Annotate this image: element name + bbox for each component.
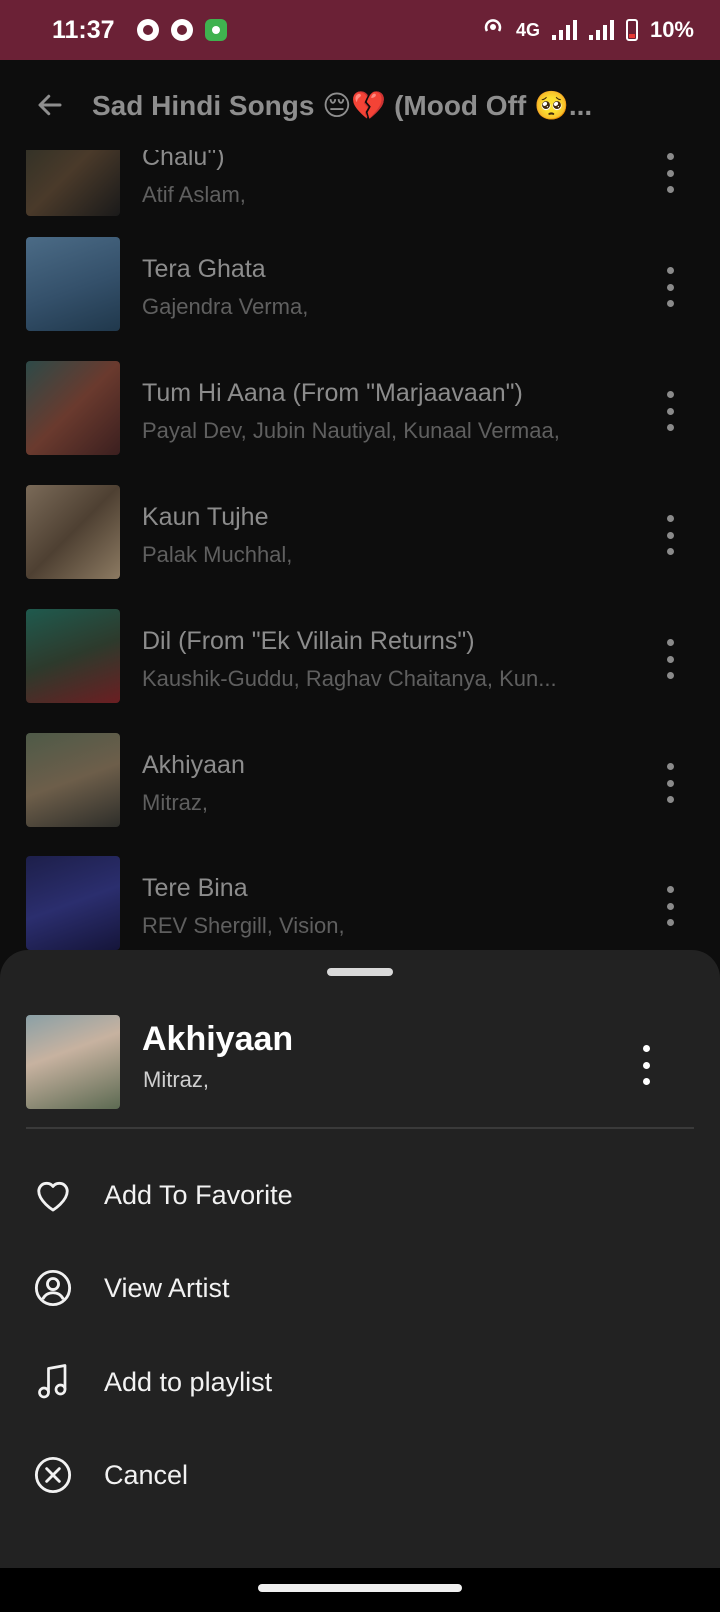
user-circle-icon	[33, 1268, 73, 1308]
cancel-button[interactable]: Cancel	[0, 1435, 720, 1515]
more-options-icon[interactable]	[660, 391, 680, 431]
network-type: 4G	[515, 19, 540, 40]
song-title: Dil (From "Ek Villain Returns")	[142, 627, 475, 655]
selected-song-artist: Mitraz,	[143, 1067, 209, 1092]
notification-icon	[170, 19, 193, 41]
list-item[interactable]: Akhiyaan Mitraz,	[0, 733, 720, 857]
status-bar: 11:37 4G 10%	[0, 0, 720, 60]
more-options-icon[interactable]	[660, 515, 680, 555]
song-artist: Payal Dev, Jubin Nautiyal, Kunaal Vermaa…	[142, 418, 560, 443]
album-art	[26, 485, 120, 579]
song-title: Tere Bina	[142, 874, 248, 902]
song-artist: REV Shergill, Vision,	[142, 913, 345, 938]
heart-icon	[33, 1175, 73, 1215]
option-label: Add to playlist	[104, 1366, 273, 1397]
add-to-playlist-button[interactable]: Add to playlist	[0, 1342, 720, 1422]
album-art	[26, 733, 120, 827]
more-options-icon[interactable]	[660, 153, 680, 193]
notification-icon	[136, 19, 159, 41]
album-art	[26, 856, 120, 950]
song-artist: Kaushik-Guddu, Raghav Chaitanya, Kun...	[142, 666, 557, 691]
cancel-circle-icon	[33, 1455, 73, 1495]
battery-icon	[625, 19, 638, 41]
album-art	[26, 237, 120, 331]
song-artist: Gajendra Verma,	[142, 294, 309, 319]
divider	[26, 1127, 694, 1129]
song-title: Akhiyaan	[142, 751, 245, 779]
more-options-icon[interactable]	[660, 267, 680, 307]
signal-icon	[588, 20, 614, 40]
song-title: Chalu")	[142, 150, 225, 171]
option-label: Add To Favorite	[104, 1179, 293, 1210]
selected-song-title: Akhiyaan	[142, 1020, 294, 1058]
more-options-icon[interactable]	[660, 763, 680, 803]
battery-percent: 10%	[649, 17, 694, 42]
add-to-favorite-button[interactable]: Add To Favorite	[0, 1155, 720, 1235]
app-notification-icon	[204, 19, 227, 41]
back-button[interactable]	[30, 85, 70, 125]
hotspot-icon	[482, 16, 504, 44]
song-title: Tum Hi Aana (From "Marjaavaan")	[142, 379, 523, 407]
song-list: Chalu") Atif Aslam, Tera Ghata Gajendra …	[0, 150, 720, 950]
music-note-icon	[33, 1362, 73, 1402]
album-art	[26, 361, 120, 455]
option-label: Cancel	[104, 1459, 189, 1490]
list-item[interactable]: Tere Bina REV Shergill, Vision,	[0, 856, 720, 950]
song-artist: Palak Muchhal,	[142, 542, 293, 567]
list-item[interactable]: Dil (From "Ek Villain Returns") Kaushik-…	[0, 609, 720, 733]
album-art	[26, 150, 120, 216]
song-title: Tera Ghata	[142, 255, 266, 283]
song-artist: Atif Aslam,	[142, 182, 246, 207]
more-options-icon[interactable]	[660, 639, 680, 679]
album-art	[26, 1015, 120, 1109]
list-item[interactable]: Tum Hi Aana (From "Marjaavaan") Payal De…	[0, 361, 720, 485]
more-options-icon[interactable]	[660, 886, 680, 926]
signal-icon	[551, 20, 577, 40]
list-item[interactable]: Kaun Tujhe Palak Muchhal,	[0, 485, 720, 609]
song-options-sheet: Akhiyaan Mitraz, Add To Favorite View Ar…	[0, 950, 720, 1568]
view-artist-button[interactable]: View Artist	[0, 1248, 720, 1328]
home-gesture-bar[interactable]	[258, 1584, 462, 1592]
page-title: Sad Hindi Songs 😔💔 (Mood Off 🥺...	[92, 89, 593, 121]
option-label: View Artist	[104, 1272, 230, 1303]
more-options-icon[interactable]	[636, 1045, 656, 1085]
song-title: Kaun Tujhe	[142, 503, 269, 531]
song-artist: Mitraz,	[142, 790, 208, 815]
drag-handle[interactable]	[327, 968, 393, 976]
album-art	[26, 609, 120, 703]
list-item[interactable]: Tera Ghata Gajendra Verma,	[0, 237, 720, 361]
app-bar: Sad Hindi Songs 😔💔 (Mood Off 🥺...	[0, 60, 720, 150]
status-time: 11:37	[52, 15, 115, 44]
list-item[interactable]: Chalu") Atif Aslam,	[0, 150, 720, 234]
arrow-left-icon	[38, 94, 62, 116]
